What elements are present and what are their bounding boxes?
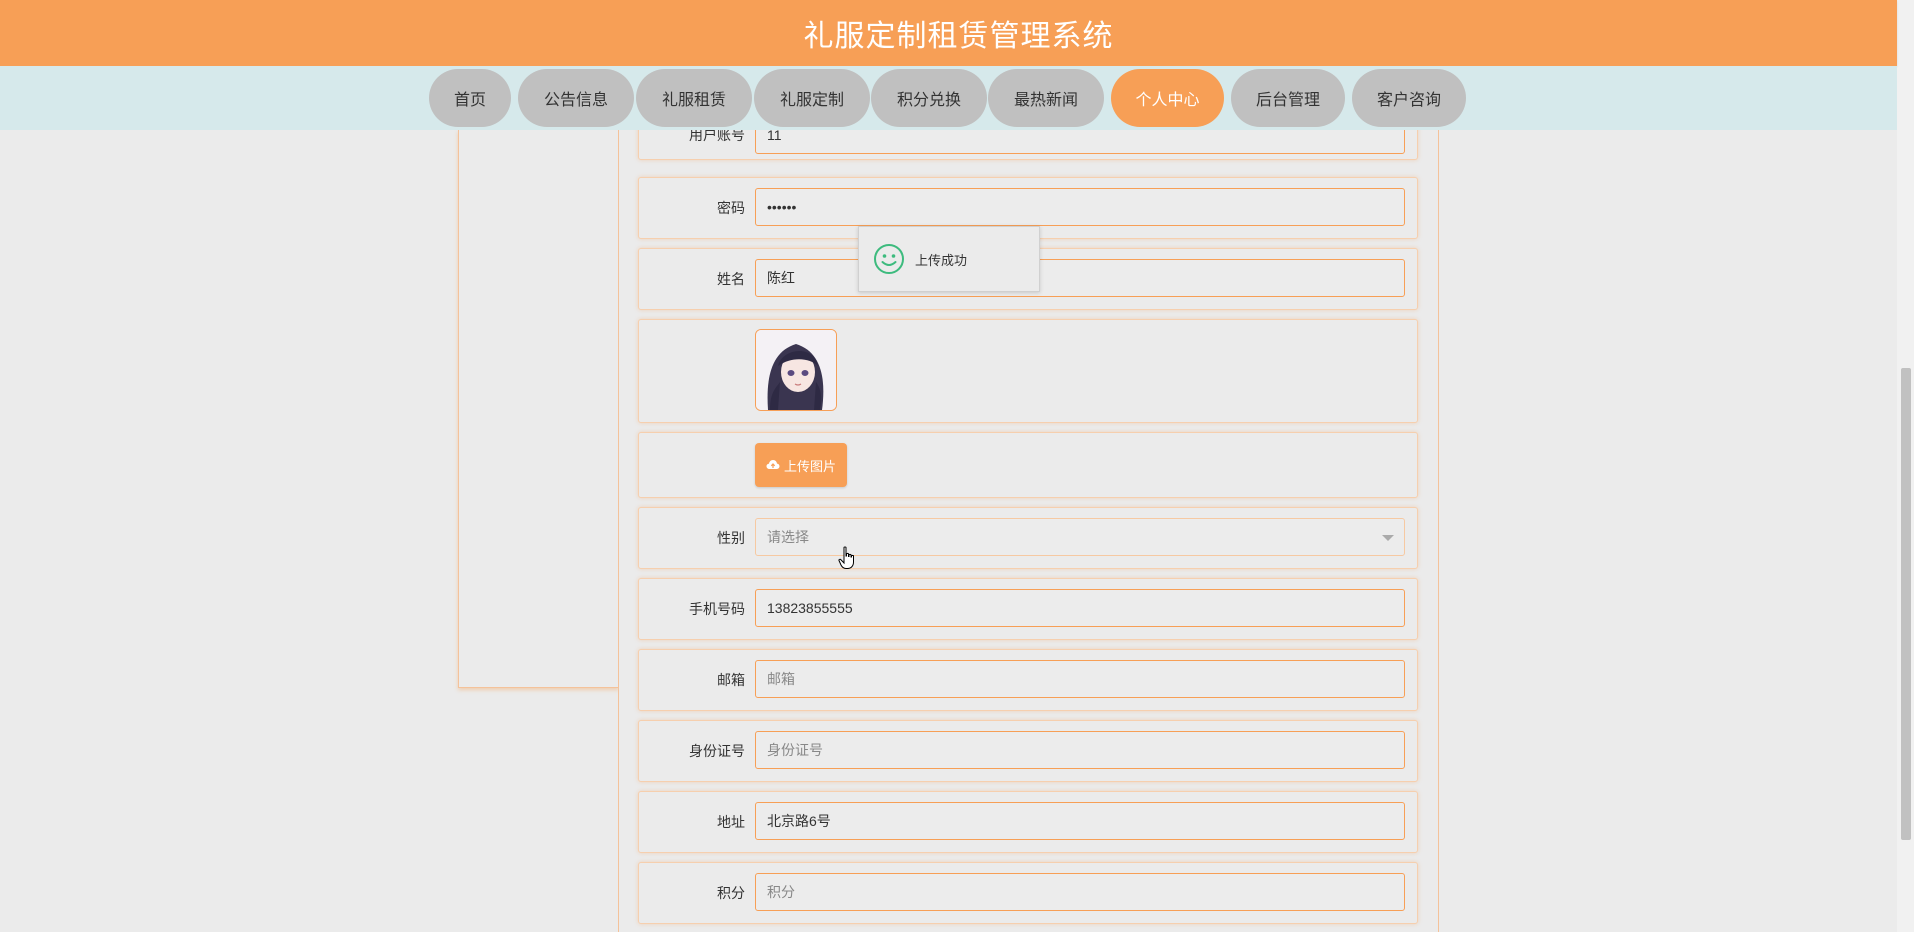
form-row-phone: 手机号码 13823855555 <box>638 578 1418 640</box>
nav-item-label: 首页 <box>453 92 486 109</box>
name-label: 姓名 <box>717 271 745 287</box>
idcard-label: 身份证号 <box>689 743 745 759</box>
nav-item-notices[interactable]: 公告信息 <box>518 69 634 127</box>
form-row-upload: 上传图片 <box>638 432 1418 498</box>
email-label: 邮箱 <box>717 672 745 688</box>
app-header: 礼服定制租赁管理系统 <box>0 0 1897 66</box>
avatar-image <box>756 330 836 410</box>
phone-label: 手机号码 <box>689 601 745 617</box>
cloud-upload-icon <box>766 460 780 469</box>
main-nav: 首页 公告信息 礼服租赁 礼服定制 积分兑换 最热新闻 个人中心 后台管理 客户… <box>0 66 1897 130</box>
nav-item-points-exchange[interactable]: 积分兑换 <box>871 69 987 127</box>
form-row-idcard: 身份证号 身份证号 <box>638 720 1418 782</box>
points-input[interactable]: 积分 <box>755 873 1405 911</box>
upload-success-toast: 上传成功 <box>858 226 1040 292</box>
upload-button-label: 上传图片 <box>783 458 836 474</box>
nav-item-label: 个人中心 <box>1135 92 1200 109</box>
password-input[interactable]: •••••• <box>755 188 1405 226</box>
nav-item-dress-custom[interactable]: 礼服定制 <box>754 69 870 127</box>
gender-label: 性别 <box>717 530 745 546</box>
nav-item-admin[interactable]: 后台管理 <box>1231 69 1345 127</box>
chevron-down-icon <box>1382 535 1394 541</box>
hand-pointer-icon <box>838 546 854 569</box>
toast-message: 上传成功 <box>915 252 968 268</box>
email-input[interactable]: 邮箱 <box>755 660 1405 698</box>
nav-item-label: 最热新闻 <box>1013 92 1078 109</box>
scrollbar-thumb[interactable] <box>1901 368 1911 840</box>
nav-item-hot-news[interactable]: 最热新闻 <box>988 69 1104 127</box>
nav-item-dress-rental[interactable]: 礼服租赁 <box>636 69 752 127</box>
nav-item-label: 客户咨询 <box>1376 92 1441 109</box>
nav-item-label: 礼服定制 <box>779 92 844 109</box>
form-row-address: 地址 北京路6号 <box>638 791 1418 853</box>
upload-image-button[interactable]: 上传图片 <box>755 443 847 487</box>
name-input[interactable]: 陈红 <box>755 259 1405 297</box>
nav-item-customer-consult[interactable]: 客户咨询 <box>1352 69 1466 127</box>
idcard-input[interactable]: 身份证号 <box>755 731 1405 769</box>
nav-item-label: 积分兑换 <box>896 92 961 109</box>
address-label: 地址 <box>717 814 745 830</box>
password-label: 密码 <box>717 200 745 216</box>
nav-item-label: 后台管理 <box>1255 92 1320 109</box>
nav-item-label: 公告信息 <box>543 92 608 109</box>
form-row-avatar <box>638 319 1418 423</box>
phone-input[interactable]: 13823855555 <box>755 589 1405 627</box>
page-title: 礼服定制租赁管理系统 <box>803 20 1114 53</box>
gender-select-value: 请选择 <box>767 529 809 545</box>
smile-icon <box>874 244 904 274</box>
form-row-points: 积分 积分 <box>638 862 1418 924</box>
nav-item-home[interactable]: 首页 <box>429 69 511 127</box>
side-panel <box>458 130 619 688</box>
avatar[interactable] <box>755 329 837 411</box>
form-row-email: 邮箱 邮箱 <box>638 649 1418 711</box>
form-row-gender: 性别 请选择 <box>638 507 1418 569</box>
address-input[interactable]: 北京路6号 <box>755 802 1405 840</box>
nav-item-label: 礼服租赁 <box>661 92 726 109</box>
nav-item-personal-center[interactable]: 个人中心 <box>1111 69 1224 127</box>
points-label: 积分 <box>717 885 745 901</box>
